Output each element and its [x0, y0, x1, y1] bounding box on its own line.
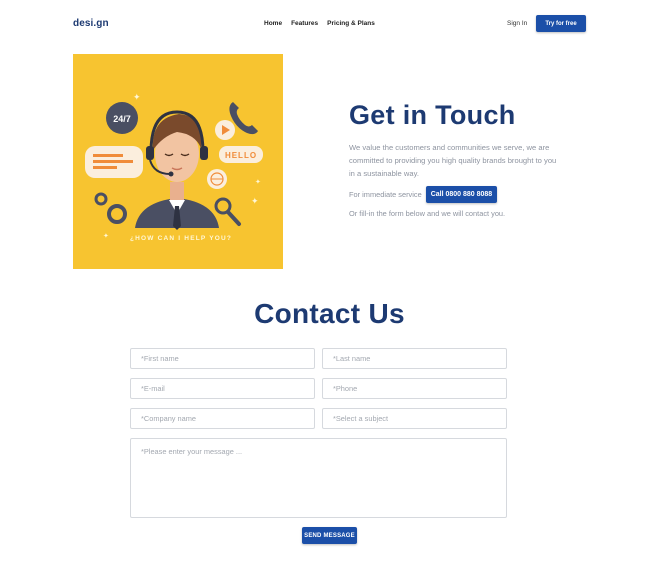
nav-links: Home Features Pricing & Plans: [264, 20, 375, 27]
svg-text:✦: ✦: [103, 232, 109, 240]
svg-text:✦: ✦: [251, 196, 259, 206]
first-name-field[interactable]: [130, 348, 315, 369]
send-message-button[interactable]: SEND MESSAGE: [302, 527, 357, 544]
top-nav: desi.gn Home Features Pricing & Plans Si…: [0, 0, 659, 48]
fill-form-text: Or fill-in the form below and we will co…: [349, 209, 506, 218]
svg-text:✦: ✦: [255, 178, 261, 186]
subject-select[interactable]: *Select a subject: [322, 408, 507, 429]
contact-title: Contact Us: [254, 298, 405, 329]
company-name-field[interactable]: [130, 408, 315, 429]
svg-text:✦: ✦: [133, 92, 141, 102]
gear-icon: [107, 204, 127, 224]
immediate-service-row: For immediate service Call 0800 880 8088: [349, 186, 589, 203]
brand-logo[interactable]: desi.gn: [73, 18, 109, 29]
hero-text-block: Get in Touch We value the customers and …: [349, 100, 589, 218]
signin-link[interactable]: Sign In: [507, 20, 527, 27]
last-name-field[interactable]: [322, 348, 507, 369]
headset-icon: [146, 146, 154, 160]
try-for-free-button[interactable]: Try for free: [536, 15, 586, 32]
hero-illustration: 24/7 HELLO ✦ ✦ ✦ ✦ ¿HOW CAN I HELP YOU?: [73, 54, 283, 269]
message-field[interactable]: [130, 438, 507, 518]
gear-small-icon: [94, 192, 108, 206]
hero-caption: ¿HOW CAN I HELP YOU?: [130, 235, 232, 242]
hello-text: HELLO: [225, 151, 257, 160]
nav-link-home[interactable]: Home: [264, 20, 282, 27]
customer-support-illustration: 24/7 HELLO ✦ ✦ ✦ ✦ ¿HOW CAN I HELP YOU?: [85, 92, 263, 242]
call-button[interactable]: Call 0800 880 8088: [425, 186, 498, 203]
hero-description: We value the customers and communities w…: [349, 143, 557, 178]
immediate-service-label: For immediate service: [349, 190, 422, 199]
hero-title: Get in Touch: [349, 100, 516, 130]
nav-link-pricing[interactable]: Pricing & Plans: [327, 20, 375, 27]
nav-link-features[interactable]: Features: [291, 20, 318, 27]
phone-field[interactable]: [322, 378, 507, 399]
badge-24-7-text: 24/7: [113, 114, 131, 124]
subject-select-label: *Select a subject: [333, 414, 389, 423]
email-field[interactable]: [130, 378, 315, 399]
